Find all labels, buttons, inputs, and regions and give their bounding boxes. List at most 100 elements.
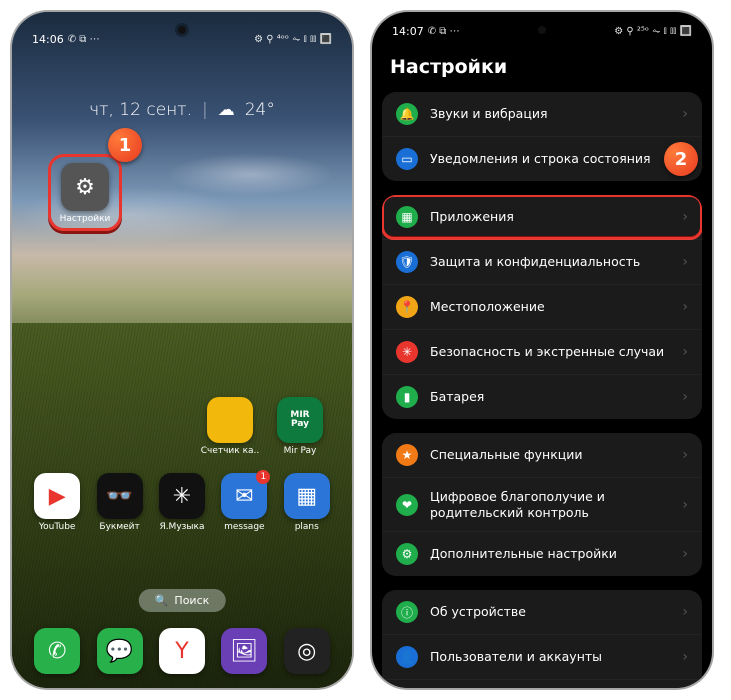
app-icon: 💬 [97, 628, 143, 674]
app-label: Mir Pay [284, 446, 317, 456]
settings-item-label: Приложения [430, 209, 670, 225]
app-icon: ▶ [34, 473, 80, 519]
status-bar: 14:06 ✆ ⧉ ⋯ ⚙ ⚲ ⁴ᵒᵒ ⏦ ⫾ ⫾⫾ 🔳 [12, 20, 352, 52]
chevron-right-icon: › [682, 106, 688, 122]
settings-item[interactable]: 🔔 Звуки и вибрация › [382, 92, 702, 136]
app-dock[interactable]: 💬 [90, 628, 150, 674]
settings-item[interactable]: ★Специальные функции› [382, 433, 702, 477]
app-icon: MIR Pay [277, 397, 323, 443]
app-icon: ▦ [284, 473, 330, 519]
phone-home: 14:06 ✆ ⧉ ⋯ ⚙ ⚲ ⁴ᵒᵒ ⏦ ⫾ ⫾⫾ 🔳 чт, 12 сент.… [12, 12, 352, 688]
app-dock[interactable]: ◎ [277, 628, 337, 674]
callout-badge-2: 2 [664, 142, 698, 176]
chevron-right-icon: › [682, 604, 688, 620]
settings-item-label: Уведомления и строка состояния [430, 151, 670, 167]
settings-item-icon: 📍 [396, 296, 418, 318]
search-icon: 🔍 [155, 594, 169, 607]
app-row-2: ▶ YouTube 👓 Букмейт ✳ Я.Музыка ✉1message▦ plans [12, 473, 352, 532]
status-right-icons: ⚙ ⚲ ⁴ᵒᵒ ⏦ ⫾ ⫾⫾ 🔳 [254, 34, 332, 45]
settings-item-icon: ⓘ [396, 601, 418, 623]
app-plans[interactable]: ▦ plans [277, 473, 337, 532]
app-label: plans [295, 522, 319, 532]
camera-notch [538, 26, 546, 34]
weather-sep: | [202, 100, 208, 120]
settings-group: ▦Приложения›🛡Защита и конфиденциальность… [382, 195, 702, 419]
status-time: 14:06 [32, 33, 64, 46]
settings-item-icon: ▦ [396, 206, 418, 228]
settings-item[interactable]: ▮ Батарея › [382, 374, 702, 419]
settings-item-label: Батарея [430, 389, 670, 405]
app-settings[interactable]: ⚙ Настройки [48, 154, 122, 231]
settings-item[interactable]: GGoogle› [382, 679, 702, 688]
settings-item-label: Безопасность и экстренные случаи [430, 344, 670, 360]
search-pill[interactable]: 🔍 Поиск [139, 589, 226, 612]
settings-item[interactable]: 📍 Местоположение › [382, 284, 702, 329]
settings-list: 🔔 Звуки и вибрация › ▭ Уведомления и строка … [372, 92, 712, 688]
app-label: Настройки [60, 214, 111, 224]
settings-item[interactable]: ▦ Приложения › [382, 195, 702, 239]
app-icon: ✆ [34, 628, 80, 674]
settings-item-icon: 👤 [396, 646, 418, 668]
app-dock[interactable]: 🖼 [214, 628, 274, 674]
settings-group: ⓘОб устройстве› 👤 Пользователи и аккаунты ›… [382, 590, 702, 688]
app-dock[interactable]: Y [152, 628, 212, 674]
app-icon: 🖼 [221, 628, 267, 674]
settings-item[interactable]: ⚙Дополнительные настройки› [382, 531, 702, 576]
app-icon: 👓 [97, 473, 143, 519]
settings-group: ★Специальные функции› ❤ Цифровое благополу… [382, 433, 702, 576]
weather-temp: 24° [245, 100, 275, 120]
status-left-icons: ✆ ⧉ ⋯ [428, 26, 460, 37]
settings-item-icon: ▮ [396, 386, 418, 408]
notification-badge: 1 [256, 470, 270, 484]
app-icon: ✳ [159, 473, 205, 519]
settings-item-label: Звуки и вибрация [430, 106, 670, 122]
settings-item-label: Местоположение [430, 299, 670, 315]
weather-date: чт, 12 сент. [89, 100, 192, 120]
app-YouTube[interactable]: ▶ YouTube [27, 473, 87, 532]
page-title: Настройки [372, 44, 712, 92]
status-time: 14:07 [392, 25, 424, 38]
settings-item-icon: ⚙ [396, 543, 418, 565]
app-dock[interactable]: ✆ [27, 628, 87, 674]
search-placeholder: Поиск [174, 594, 209, 607]
settings-item[interactable]: ❤ Цифровое благополучие и родительский ко… [382, 477, 702, 531]
app-Счетчик ка..[interactable]: Счетчик ка.. [200, 397, 260, 456]
app-label: Букмейт [99, 522, 139, 532]
app-Mir Pay[interactable]: MIR Pay Mir Pay [270, 397, 330, 456]
settings-item[interactable]: 🛡Защита и конфиденциальность› [382, 239, 702, 284]
app-icon: ◎ [284, 628, 330, 674]
weather-widget[interactable]: чт, 12 сент. | ☁ 24° [12, 100, 352, 120]
app-message[interactable]: ✉1message [214, 473, 274, 532]
gear-icon: ⚙ [61, 163, 109, 211]
chevron-right-icon: › [682, 497, 688, 513]
app-Букмейт[interactable]: 👓 Букмейт [90, 473, 150, 532]
chevron-right-icon: › [682, 389, 688, 405]
app-label: Я.Музыка [159, 522, 204, 532]
settings-group: 🔔 Звуки и вибрация › ▭ Уведомления и строка … [382, 92, 702, 181]
settings-item-label: Защита и конфиденциальность [430, 254, 670, 270]
settings-item[interactable]: ✳Безопасность и экстренные случаи› [382, 329, 702, 374]
chevron-right-icon: › [682, 649, 688, 665]
phone-settings: 14:07✆ ⧉ ⋯ ⚙ ⚲ ²⁵ᵒ ⏦ ⫾ ⫾⫾ 🔳 Настройки 2 … [372, 12, 712, 688]
settings-item-icon: ❤ [396, 494, 418, 516]
settings-item-icon: 🔔 [396, 103, 418, 125]
app-Я.Музыка[interactable]: ✳ Я.Музыка [152, 473, 212, 532]
settings-item-icon: ▭ [396, 148, 418, 170]
weather-icon: ☁ [218, 100, 235, 120]
chevron-right-icon: › [682, 299, 688, 315]
settings-item[interactable]: ⓘОб устройстве› [382, 590, 702, 634]
settings-item[interactable]: 👤 Пользователи и аккаунты › [382, 634, 702, 679]
settings-item-label: Пользователи и аккаунты [430, 649, 670, 665]
chevron-right-icon: › [682, 254, 688, 270]
app-label: YouTube [39, 522, 76, 532]
dock: ✆ 💬Y🖼 ◎ [12, 628, 352, 674]
status-right-icons: ⚙ ⚲ ²⁵ᵒ ⏦ ⫾ ⫾⫾ 🔳 [614, 26, 692, 37]
settings-item-label: Цифровое благополучие и родительский кон… [430, 489, 670, 520]
settings-item[interactable]: ▭Уведомления и строка состояния› [382, 136, 702, 181]
app-label: Счетчик ка.. [201, 446, 260, 456]
app-icon: ✉1 [221, 473, 267, 519]
chevron-right-icon: › [682, 447, 688, 463]
chevron-right-icon: › [682, 344, 688, 360]
status-left-icons: ✆ ⧉ ⋯ [68, 34, 100, 45]
chevron-right-icon: › [682, 209, 688, 225]
